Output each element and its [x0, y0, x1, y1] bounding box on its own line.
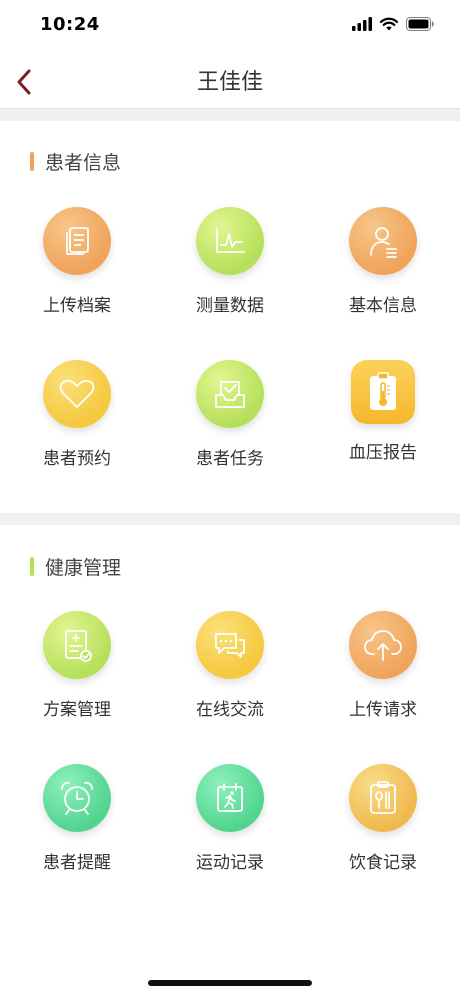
inbox-check-icon	[196, 360, 264, 428]
grid-item-patient-appointment[interactable]: 患者预约	[12, 360, 142, 469]
documents-icon	[43, 207, 111, 275]
section-title-patient-info: 患者信息	[30, 148, 121, 175]
item-label: 运动记录	[196, 853, 264, 873]
item-label: 患者任务	[196, 449, 264, 469]
plan-document-icon	[43, 611, 111, 679]
status-time: 10:24	[40, 14, 100, 35]
cellular-signal-icon	[352, 17, 372, 31]
grid-item-measurement-data[interactable]: 测量数据	[165, 207, 295, 316]
item-label: 上传请求	[349, 700, 417, 720]
section-heading: 健康管理	[45, 557, 122, 579]
grid-item-upload-request[interactable]: 上传请求	[318, 611, 448, 720]
grid-item-patient-reminder[interactable]: 患者提醒	[12, 764, 142, 873]
section-heading: 患者信息	[45, 152, 122, 174]
item-label: 患者提醒	[43, 853, 111, 873]
page-title: 王佳佳	[196, 70, 263, 95]
section-divider	[0, 109, 460, 121]
wifi-icon	[380, 17, 398, 31]
item-label: 方案管理	[43, 700, 111, 720]
item-label: 饮食记录	[349, 853, 417, 873]
status-bar: 10:24	[0, 0, 460, 50]
battery-icon	[406, 17, 434, 31]
section-accent-bar	[30, 557, 34, 576]
item-label: 上传档案	[43, 296, 111, 316]
grid-item-online-chat[interactable]: 在线交流	[165, 611, 295, 720]
cloud-upload-icon	[349, 611, 417, 679]
item-label: 测量数据	[196, 296, 264, 316]
grid-item-bp-report[interactable]: 血压报告	[318, 360, 448, 463]
grid-item-patient-tasks[interactable]: 患者任务	[165, 360, 295, 469]
status-icons	[352, 17, 434, 31]
section-accent-bar	[30, 152, 34, 171]
section-title-health-management: 健康管理	[30, 553, 121, 580]
grid-item-upload-archive[interactable]: 上传档案	[12, 207, 142, 316]
home-indicator[interactable]	[148, 980, 312, 986]
item-label: 在线交流	[196, 700, 264, 720]
chart-line-icon	[196, 207, 264, 275]
grid-item-exercise-record[interactable]: 运动记录	[165, 764, 295, 873]
heart-icon	[43, 360, 111, 428]
alarm-clock-icon	[43, 764, 111, 832]
thermometer-clipboard-icon	[351, 360, 415, 424]
grid-item-plan-management[interactable]: 方案管理	[12, 611, 142, 720]
user-info-icon	[349, 207, 417, 275]
section-divider	[0, 513, 460, 525]
food-clipboard-icon	[349, 764, 417, 832]
item-label: 基本信息	[349, 296, 417, 316]
grid-item-basic-info[interactable]: 基本信息	[318, 207, 448, 316]
chat-bubbles-icon	[196, 611, 264, 679]
running-calendar-icon	[196, 764, 264, 832]
item-label: 血压报告	[349, 443, 417, 463]
nav-bar: 王佳佳	[0, 50, 460, 109]
item-label: 患者预约	[43, 449, 111, 469]
grid-item-diet-record[interactable]: 饮食记录	[318, 764, 448, 873]
